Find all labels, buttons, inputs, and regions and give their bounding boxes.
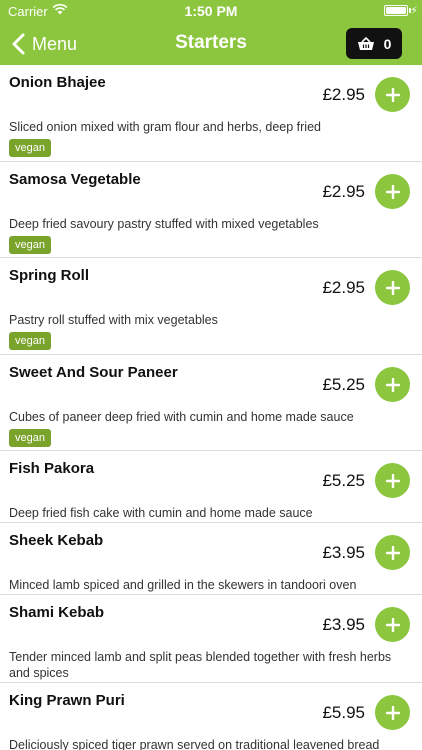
plus-icon [385,545,400,560]
item-price: £5.25 [322,471,365,490]
add-item-button[interactable] [375,174,410,209]
add-item-button[interactable] [375,535,410,570]
item-description: Cubes of paneer deep fried with cumin an… [9,410,354,424]
item-name: Samosa Vegetable [9,171,141,188]
plus-icon [385,280,400,295]
plus-icon [385,377,400,392]
item-price: £5.95 [322,703,365,722]
basket-icon [357,36,374,50]
item-price: £2.95 [322,278,365,297]
vegan-badge: vegan [9,139,51,157]
item-name: King Prawn Puri [9,692,125,709]
item-price: £2.95 [322,182,365,201]
item-description: Sliced onion mixed with gram flour and h… [9,120,321,134]
item-name: Sweet And Sour Paneer [9,364,178,381]
navigation-bar: Menu Starters 0 [0,22,422,65]
plus-icon [385,184,400,199]
battery-icon [384,5,408,16]
app-header: Carrier 1:50 PM ⚡ Menu Starters 0 [0,0,422,65]
list-item: King Prawn Puri £5.95 Deliciously spiced… [0,683,422,750]
add-item-button[interactable] [375,367,410,402]
add-item-button[interactable] [375,77,410,112]
vegan-badge: vegan [9,429,51,447]
item-name: Spring Roll [9,267,89,284]
item-description: Deep fried fish cake with cumin and home… [9,506,313,520]
list-item: Spring Roll £2.95 Pastry roll stuffed wi… [0,258,422,355]
item-price: £3.95 [322,615,365,634]
item-description: Deliciously spiced tiger prawn served on… [9,738,380,750]
item-price: £5.25 [322,375,365,394]
item-name: Onion Bhajee [9,74,106,91]
item-price: £2.95 [322,85,365,104]
item-name: Shami Kebab [9,604,105,621]
plus-icon [385,705,400,720]
item-name: Sheek Kebab [9,532,104,549]
plus-icon [385,87,400,102]
item-price: £3.95 [322,543,365,562]
item-name: Fish Pakora [9,460,95,477]
list-item: Onion Bhajee £2.95 Sliced onion mixed wi… [0,65,422,162]
add-item-button[interactable] [375,463,410,498]
list-item: Fish Pakora £5.25 Deep fried fish cake w… [0,451,422,523]
list-item: Shami Kebab £3.95 Tender minced lamb and… [0,595,422,683]
add-item-button[interactable] [375,270,410,305]
item-description: Deep fried savoury pastry stuffed with m… [9,217,319,231]
item-description: Pastry roll stuffed with mix vegetables [9,313,218,327]
add-item-button[interactable] [375,607,410,642]
plus-icon [385,473,400,488]
list-item: Sheek Kebab £3.95 Minced lamb spiced and… [0,523,422,595]
add-item-button[interactable] [375,695,410,730]
vegan-badge: vegan [9,332,51,350]
charging-icon: ⚡ [410,5,418,17]
vegan-badge: vegan [9,236,51,254]
cart-count: 0 [383,35,392,52]
status-bar: Carrier 1:50 PM ⚡ [0,0,422,22]
status-time: 1:50 PM [184,3,238,19]
item-description: Minced lamb spiced and grilled in the sk… [9,578,357,592]
list-item: Samosa Vegetable £2.95 Deep fried savour… [0,162,422,258]
item-description: Tender minced lamb and split peas blende… [9,650,392,680]
plus-icon [385,617,400,632]
list-item: Sweet And Sour Paneer £5.25 Cubes of pan… [0,355,422,451]
menu-item-list: Onion Bhajee £2.95 Sliced onion mixed wi… [0,65,422,750]
cart-button[interactable]: 0 [346,28,402,59]
